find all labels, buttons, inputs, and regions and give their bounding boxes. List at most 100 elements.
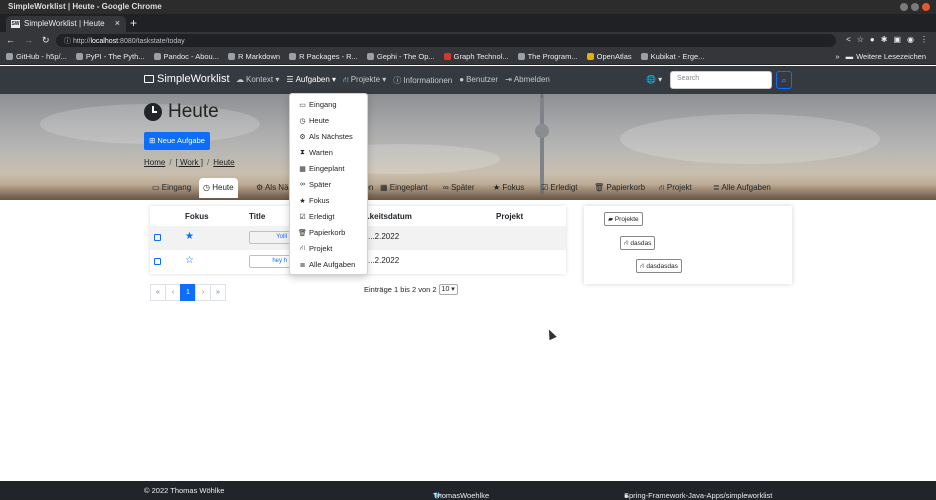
- menu-item-label: Eingang: [309, 100, 337, 109]
- menu-icon[interactable]: ⋮: [920, 35, 928, 44]
- menu-item-papierkorb[interactable]: 🗑 Papierkorb: [298, 228, 345, 237]
- nav-informationen[interactable]: ⓘ Informationen: [393, 75, 452, 86]
- close-window-button[interactable]: [922, 3, 930, 11]
- focus-star-filled-icon[interactable]: ★: [185, 231, 194, 242]
- maximize-button[interactable]: [911, 3, 919, 11]
- nav-aufgaben[interactable]: ☰ Aufgaben ▾: [286, 75, 336, 86]
- bookmark-item[interactable]: R Markdown: [227, 52, 280, 61]
- tree-node[interactable]: ⛙ dasdas: [620, 236, 656, 250]
- menu-item-warten[interactable]: ⧗ Warten: [298, 148, 333, 157]
- bookmark-item[interactable]: OpenAtlas: [586, 52, 632, 61]
- bookmark-item[interactable]: Gephi - The Op...: [366, 52, 435, 61]
- nav-projekte[interactable]: ⛙ Projekte ▾: [343, 75, 386, 86]
- task-title-button[interactable]: Yolll: [249, 231, 291, 244]
- trash-icon: 🗑: [594, 183, 605, 192]
- tab-spaeter[interactable]: ∞ Später: [439, 178, 479, 198]
- task-title-button[interactable]: hey h: [249, 255, 291, 268]
- share-icon[interactable]: <: [846, 35, 851, 44]
- tab-heute[interactable]: ◷ Heute: [199, 178, 238, 198]
- pagination-next[interactable]: ›: [195, 284, 211, 301]
- forward-icon[interactable]: →: [24, 35, 33, 46]
- menu-item-projekt[interactable]: ⛙ Projekt: [298, 244, 332, 253]
- puzzle-icon[interactable]: ✱: [881, 35, 888, 44]
- menu-item-fokus[interactable]: ★ Fokus: [298, 196, 329, 205]
- minimize-button[interactable]: [900, 3, 908, 11]
- column-header-projekt[interactable]: Projekt: [496, 212, 523, 221]
- tab-projekt[interactable]: ⛙ Projekt: [655, 178, 696, 198]
- breadcrumb-current[interactable]: Heute: [213, 158, 234, 167]
- language-globe-icon[interactable]: 🌐 ▾: [646, 75, 662, 84]
- tab-erledigt[interactable]: ☑ Erledigt: [537, 178, 582, 198]
- back-icon[interactable]: ←: [6, 35, 15, 46]
- project-diagram-icon: ⛙: [640, 263, 645, 270]
- search-icon: ⌕: [781, 75, 787, 85]
- bookmark-item[interactable]: Kubikat - Erge...: [640, 52, 704, 61]
- new-tab-icon[interactable]: +: [130, 16, 137, 30]
- menu-item-eingang[interactable]: ▭ Eingang: [298, 100, 337, 109]
- column-header-title[interactable]: Title: [249, 212, 265, 221]
- more-bookmarks-button[interactable]: »: [835, 52, 839, 61]
- database-icon: ≣: [299, 261, 306, 269]
- cogs-icon: ⚙: [256, 183, 264, 192]
- column-header-date[interactable]: ...keitsdatum: [363, 212, 412, 221]
- other-bookmarks-folder[interactable]: ▬ Weitere Lesezeichen: [846, 52, 926, 61]
- extension-icon[interactable]: ●: [870, 35, 875, 44]
- menu-item-als-naechstes[interactable]: ⚙ Als Nächstes: [298, 132, 352, 141]
- address-bar[interactable]: ⓘ http://localhost:8080/taskstate/today: [56, 34, 836, 47]
- tab-papierkorb[interactable]: 🗑 Papierkorb: [590, 178, 649, 198]
- tab-label: Später: [450, 183, 475, 192]
- bookmark-item[interactable]: Pandoc - Abou...: [153, 52, 219, 61]
- complete-checkbox[interactable]: [154, 234, 161, 241]
- bookmark-item[interactable]: The Program...: [517, 52, 578, 61]
- breadcrumb-home[interactable]: Home: [144, 158, 165, 167]
- bookmark-item[interactable]: PyPI - The Pyth...: [75, 52, 145, 61]
- folder-open-icon: ▰: [608, 216, 613, 223]
- profile-icon[interactable]: ◉: [907, 35, 914, 44]
- tab-eingeplant[interactable]: ▦ Eingeplant: [376, 178, 432, 198]
- pagination-first[interactable]: «: [150, 284, 166, 301]
- menu-item-erledigt[interactable]: ☑ Erledigt: [298, 212, 334, 221]
- tab-label: Alle Aufgaben: [721, 183, 771, 192]
- bookmark-item[interactable]: R Packages - R...: [289, 52, 358, 61]
- close-tab-icon[interactable]: ×: [115, 18, 120, 28]
- bookmark-item[interactable]: Graph Technol...: [443, 52, 509, 61]
- nav-kontext[interactable]: ☁ Kontext ▾: [236, 75, 279, 86]
- bookmark-item[interactable]: GitHub - h5p/...: [6, 52, 67, 61]
- search-input[interactable]: Search: [670, 71, 772, 89]
- check-square-icon: ☑: [541, 183, 549, 192]
- pagination-prev[interactable]: ‹: [165, 284, 181, 301]
- breadcrumb-context[interactable]: [ Work ]: [176, 158, 203, 167]
- other-bookmarks-label: Weitere Lesezeichen: [856, 52, 926, 61]
- menu-item-spaeter[interactable]: ∞ Später: [298, 180, 331, 189]
- tab-fokus[interactable]: ★ Fokus: [489, 178, 528, 198]
- menu-item-eingeplant[interactable]: ▦ Eingeplant: [298, 164, 344, 173]
- bookmark-star-icon[interactable]: ☆: [857, 35, 864, 44]
- brand-name: SimpleWorklist: [157, 73, 230, 85]
- complete-checkbox[interactable]: [154, 258, 161, 265]
- sidepanel-icon[interactable]: ▣: [893, 35, 901, 44]
- calendar-icon: ▦: [299, 165, 306, 173]
- reload-icon[interactable]: ↻: [42, 35, 50, 46]
- browser-tab[interactable]: SW SimpleWorklist | Heute ×: [6, 16, 126, 32]
- tree-node-root[interactable]: ▰ Projekte: [604, 212, 643, 226]
- tab-eingang[interactable]: ▭ Eingang: [148, 178, 195, 198]
- brand-logo-icon: [144, 75, 154, 83]
- page-size-select[interactable]: 10 ▾: [438, 284, 458, 295]
- menu-item-alle-aufgaben[interactable]: ≣ Alle Aufgaben: [298, 260, 356, 269]
- tab-alle-aufgaben[interactable]: ≣ Alle Aufgaben: [709, 178, 775, 198]
- project-diagram-icon: ⛙: [343, 75, 349, 84]
- task-date: ...2.2022: [368, 232, 400, 241]
- search-button[interactable]: ⌕: [776, 71, 792, 89]
- pagination-page[interactable]: 1: [180, 284, 196, 301]
- favicon-icon: SW: [11, 20, 20, 28]
- tree-node[interactable]: ⛙ dasdasdas: [636, 259, 682, 273]
- aufgaben-dropdown-menu: ▭ Eingang ◷ Heute ⚙ Als Nächstes ⧗ Warten ▦ E…: [289, 93, 368, 275]
- focus-star-empty-icon[interactable]: ☆: [185, 255, 194, 266]
- nav-abmelden[interactable]: ⇥ Abmelden: [505, 75, 550, 86]
- column-header-fokus[interactable]: Fokus: [185, 212, 209, 221]
- menu-item-heute[interactable]: ◷ Heute: [298, 116, 329, 125]
- pagination-last[interactable]: »: [210, 284, 226, 301]
- new-task-button[interactable]: ⊞ Neue Aufgabe: [144, 132, 210, 150]
- nav-benutzer[interactable]: ● Benutzer: [459, 75, 498, 86]
- brand-link[interactable]: SimpleWorklist: [144, 73, 230, 85]
